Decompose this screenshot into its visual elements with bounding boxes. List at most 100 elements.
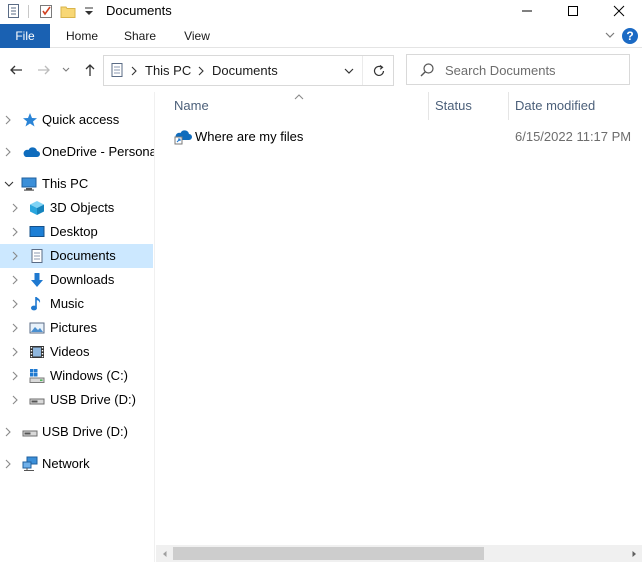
- horizontal-scrollbar[interactable]: [156, 545, 642, 562]
- customize-toolbar-dropdown-icon[interactable]: [81, 3, 97, 19]
- document-icon: [109, 62, 125, 78]
- back-arrow-icon: [10, 65, 22, 75]
- sidebar-item-windows-c[interactable]: Windows (C:): [0, 364, 153, 388]
- up-button[interactable]: [80, 60, 100, 80]
- maximize-icon: [568, 6, 578, 16]
- chevron-right-icon[interactable]: [10, 298, 20, 310]
- column-divider[interactable]: [508, 92, 509, 120]
- chevron-right-icon[interactable]: [10, 394, 20, 406]
- sidebar-item-this-pc[interactable]: This PC: [0, 172, 153, 196]
- sidebar-item-music[interactable]: Music: [0, 292, 153, 316]
- chevron-right-icon[interactable]: [3, 426, 13, 438]
- sidebar-item-desktop[interactable]: Desktop: [0, 220, 153, 244]
- column-divider[interactable]: [428, 92, 429, 120]
- tab-view[interactable]: View: [174, 24, 220, 48]
- properties-icon[interactable]: [6, 3, 22, 19]
- chevron-right-icon[interactable]: [3, 146, 13, 158]
- sidebar-item-label: Music: [50, 296, 84, 311]
- refresh-icon: [373, 64, 384, 76]
- scrollbar-thumb[interactable]: [173, 547, 484, 560]
- scroll-left-button[interactable]: [156, 545, 173, 562]
- film-icon: [29, 344, 45, 360]
- back-button[interactable]: [6, 60, 26, 80]
- chevron-right-icon[interactable]: [10, 346, 20, 358]
- chevron-right-icon[interactable]: [10, 202, 20, 214]
- sidebar-item-3d-objects[interactable]: 3D Objects: [0, 196, 153, 220]
- address-bar[interactable]: This PC Documents: [103, 55, 394, 86]
- sidebar-item-label: 3D Objects: [50, 200, 115, 215]
- scroll-left-icon: [162, 550, 166, 557]
- minimize-icon: [522, 10, 532, 12]
- sidebar-item-label: Desktop: [50, 224, 98, 239]
- folder-icon[interactable]: [60, 3, 76, 19]
- refresh-button[interactable]: [362, 56, 394, 85]
- chevron-right-icon[interactable]: [10, 250, 20, 262]
- chevron-down-icon[interactable]: [3, 178, 14, 190]
- address-history-dropdown-icon[interactable]: [342, 64, 356, 78]
- sidebar-item-label: This PC: [42, 176, 89, 191]
- network-icon: [22, 456, 38, 472]
- breadcrumb-chevron-icon[interactable]: [129, 65, 139, 77]
- breadcrumb-chevron-icon[interactable]: [196, 65, 206, 77]
- document-icon: [29, 248, 45, 264]
- list-item[interactable]: Where are my files 6/15/2022 11:17 PM: [168, 126, 642, 148]
- breadcrumb-documents[interactable]: Documents: [212, 63, 278, 78]
- sidebar-item-quick-access[interactable]: Quick access: [0, 108, 153, 132]
- onedrive-shortcut-icon: [174, 128, 192, 146]
- sidebar-item-documents[interactable]: Documents: [0, 244, 153, 268]
- scroll-right-button[interactable]: [625, 545, 642, 562]
- checklist-icon[interactable]: [38, 3, 54, 19]
- sidebar-item-label: USB Drive (D:): [42, 424, 128, 439]
- chevron-right-icon[interactable]: [10, 322, 20, 334]
- sidebar-item-label: Pictures: [50, 320, 97, 335]
- recent-locations-button[interactable]: [59, 60, 73, 80]
- close-icon: [613, 5, 625, 17]
- forward-button[interactable]: [34, 60, 54, 80]
- windows-drive-icon: [29, 368, 45, 384]
- minimize-button[interactable]: [504, 0, 550, 22]
- sidebar-item-network[interactable]: Network: [0, 452, 153, 476]
- chevron-right-icon[interactable]: [3, 458, 13, 470]
- sidebar-item-label: Documents: [50, 248, 116, 263]
- computer-icon: [21, 176, 37, 192]
- chevron-right-icon[interactable]: [3, 114, 13, 126]
- download-arrow-icon: [29, 272, 45, 288]
- file-list: Name Status Date modified Where are my f…: [156, 92, 642, 545]
- usb-drive-icon: [22, 424, 38, 440]
- help-icon[interactable]: ?: [622, 28, 638, 44]
- search-input[interactable]: [445, 61, 625, 79]
- chevron-right-icon[interactable]: [10, 370, 20, 382]
- sidebar-item-label: Videos: [50, 344, 90, 359]
- maximize-button[interactable]: [550, 0, 596, 22]
- pictures-icon: [29, 320, 45, 336]
- breadcrumb-this-pc[interactable]: This PC: [145, 63, 191, 78]
- sidebar-item-label: Windows (C:): [50, 368, 129, 383]
- file-date-modified: 6/15/2022 11:17 PM: [515, 129, 632, 144]
- chevron-right-icon[interactable]: [10, 274, 20, 286]
- expand-ribbon-icon[interactable]: [604, 29, 616, 41]
- search-icon: [419, 62, 435, 78]
- search-box[interactable]: [406, 54, 630, 85]
- sidebar-item-usb-drive-d[interactable]: USB Drive (D:): [0, 420, 153, 444]
- chevron-down-icon: [62, 67, 70, 72]
- address-row: This PC Documents: [0, 48, 642, 92]
- tab-home[interactable]: Home: [58, 24, 106, 48]
- column-header-name[interactable]: Name: [174, 98, 209, 116]
- close-button[interactable]: [596, 0, 642, 22]
- sidebar-item-usb-drive-d-nested[interactable]: USB Drive (D:): [0, 388, 153, 412]
- forward-arrow-icon: [38, 65, 50, 75]
- sidebar-item-videos[interactable]: Videos: [0, 340, 153, 364]
- sidebar-item-pictures[interactable]: Pictures: [0, 316, 153, 340]
- usb-drive-icon: [29, 392, 45, 408]
- desktop-icon: [29, 224, 45, 240]
- tab-file[interactable]: File: [0, 24, 50, 48]
- column-header-date-modified[interactable]: Date modified: [515, 98, 595, 116]
- scroll-right-icon: [632, 550, 636, 557]
- sidebar-item-downloads[interactable]: Downloads: [0, 268, 153, 292]
- star-icon: [22, 112, 38, 128]
- ribbon-tabs: File Home Share View ?: [0, 24, 642, 48]
- column-header-status[interactable]: Status: [435, 98, 472, 116]
- chevron-right-icon[interactable]: [10, 226, 20, 238]
- tab-share[interactable]: Share: [116, 24, 164, 48]
- sidebar-item-onedrive[interactable]: OneDrive - Personal: [0, 140, 154, 164]
